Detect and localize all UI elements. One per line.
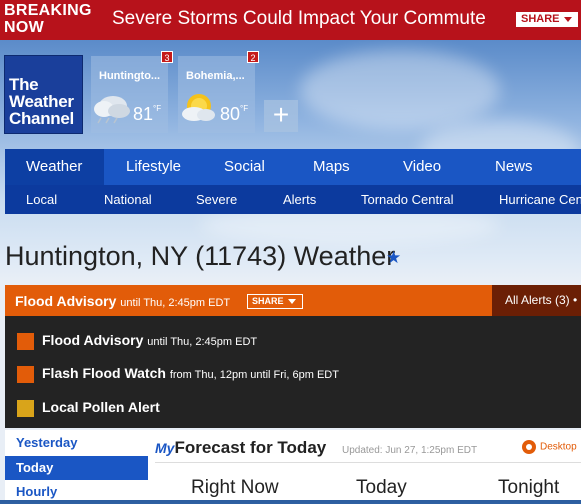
location-temp: 81°F bbox=[133, 104, 161, 125]
main-nav: Weather Lifestyle Social Maps Video News bbox=[5, 149, 581, 185]
temp-value: 80 bbox=[220, 104, 241, 124]
logo-line3: Channel bbox=[9, 109, 74, 128]
column-right-now: Right Now bbox=[191, 477, 279, 498]
subnav-severe[interactable]: Severe bbox=[196, 185, 237, 214]
partly-sunny-icon bbox=[182, 94, 215, 121]
weather-channel-logo[interactable]: The Weather Channel bbox=[5, 56, 82, 133]
breaking-now-label: BREAKING NOW bbox=[4, 2, 92, 36]
alert-detail: from Thu, 12pm until Fri, 6pm EDT bbox=[169, 369, 339, 381]
sidebar-item-hourly[interactable]: Hourly bbox=[5, 480, 148, 504]
sidebar-item-yesterday[interactable]: Yesterday bbox=[5, 431, 148, 455]
nav-tab-video[interactable]: Video bbox=[403, 149, 441, 185]
alert-header-until: until Thu, 2:45pm EDT bbox=[120, 297, 231, 309]
chevron-down-icon bbox=[563, 16, 572, 22]
alert-title: Local Pollen Alert bbox=[42, 399, 160, 415]
page-title: Huntington, NY (11743) Weather bbox=[5, 241, 396, 271]
favorite-star-icon[interactable]: ★ bbox=[386, 248, 401, 268]
alert-count-badge[interactable]: 3 bbox=[161, 51, 173, 63]
sub-nav: Local National Severe Alerts Tornado Cen… bbox=[5, 185, 581, 214]
alert-severity-square bbox=[17, 400, 34, 417]
share-label: SHARE bbox=[252, 296, 284, 306]
breaking-share-button[interactable]: SHARE bbox=[516, 12, 578, 27]
share-label: SHARE bbox=[521, 13, 560, 25]
partly-cloudy-icon bbox=[94, 96, 130, 124]
alert-severity-square bbox=[17, 366, 34, 383]
alert-share-button[interactable]: SHARE bbox=[247, 294, 303, 309]
subnav-alerts[interactable]: Alerts bbox=[283, 185, 316, 214]
temp-unit: °F bbox=[153, 104, 162, 113]
all-alerts-button[interactable]: All Alerts (3) • bbox=[492, 285, 581, 316]
divider bbox=[155, 462, 581, 463]
alert-text: Flash Flood Watch from Thu, 12pm until F… bbox=[42, 365, 339, 381]
logo-line2: Weather bbox=[9, 92, 74, 111]
location-card-huntington[interactable]: Huntingto... 81°F 3 bbox=[91, 51, 173, 133]
alert-severity-square bbox=[17, 333, 34, 350]
alert-title: Flood Advisory bbox=[42, 332, 144, 348]
add-location-button[interactable]: + bbox=[264, 100, 298, 132]
alert-title: Flash Flood Watch bbox=[42, 365, 166, 381]
updated-timestamp: Updated: Jun 27, 1:25pm EDT bbox=[342, 445, 478, 456]
my-logo: My bbox=[155, 440, 175, 456]
logo-line1: The bbox=[9, 75, 39, 94]
breaking-headline[interactable]: Severe Storms Could Impact Your Commute bbox=[112, 8, 486, 30]
alert-text: Flood Advisory until Thu, 2:45pm EDT bbox=[42, 332, 257, 348]
sidebar-item-today[interactable]: Today bbox=[5, 456, 148, 480]
desktop-link[interactable]: Desktop bbox=[522, 440, 577, 454]
alert-header-title: Flood Advisory until Thu, 2:45pm EDT bbox=[15, 293, 230, 309]
forecast-sidebar: Yesterday Today Hourly bbox=[5, 430, 148, 500]
column-tonight: Tonight bbox=[498, 477, 560, 498]
alert-count-badge[interactable]: 2 bbox=[247, 51, 259, 63]
temp-value: 81 bbox=[133, 104, 154, 124]
subnav-local[interactable]: Local bbox=[26, 185, 57, 214]
subnav-national[interactable]: National bbox=[104, 185, 152, 214]
alert-list: Flood Advisory until Thu, 2:45pm EDT Fla… bbox=[5, 316, 581, 428]
desktop-label: Desktop bbox=[540, 441, 577, 453]
alert-text: Local Pollen Alert bbox=[42, 399, 160, 415]
subnav-hurricane-central[interactable]: Hurricane Cen bbox=[499, 185, 581, 214]
temp-unit: °F bbox=[240, 104, 249, 113]
breaking-label-line2: NOW bbox=[4, 19, 45, 36]
alert-header-name: Flood Advisory bbox=[15, 293, 117, 309]
nav-tab-lifestyle[interactable]: Lifestyle bbox=[126, 149, 181, 185]
desktop-icon bbox=[522, 440, 536, 454]
alert-header-bar[interactable]: Flood Advisory until Thu, 2:45pm EDT SHA… bbox=[5, 285, 492, 316]
location-name: Huntingto... bbox=[99, 70, 161, 82]
column-today: Today bbox=[356, 477, 407, 498]
breaking-label-line1: BREAKING bbox=[4, 2, 92, 19]
location-name: Bohemia,... bbox=[186, 70, 245, 82]
location-card-bohemia[interactable]: Bohemia,... 80°F 2 bbox=[178, 51, 259, 133]
subnav-tornado-central[interactable]: Tornado Central bbox=[361, 185, 454, 214]
nav-tab-news[interactable]: News bbox=[495, 149, 533, 185]
forecast-title-text: Forecast for Today bbox=[174, 438, 327, 457]
breaking-news-bar: BREAKING NOW Severe Storms Could Impact … bbox=[0, 0, 581, 40]
alert-detail: until Thu, 2:45pm EDT bbox=[147, 336, 258, 348]
forecast-title: MyForecast for Today bbox=[155, 438, 326, 458]
nav-tab-social[interactable]: Social bbox=[224, 149, 265, 185]
location-temp: 80°F bbox=[220, 104, 248, 125]
nav-tab-weather[interactable]: Weather bbox=[5, 149, 104, 185]
nav-tab-maps[interactable]: Maps bbox=[313, 149, 350, 185]
chevron-down-icon bbox=[287, 299, 296, 305]
